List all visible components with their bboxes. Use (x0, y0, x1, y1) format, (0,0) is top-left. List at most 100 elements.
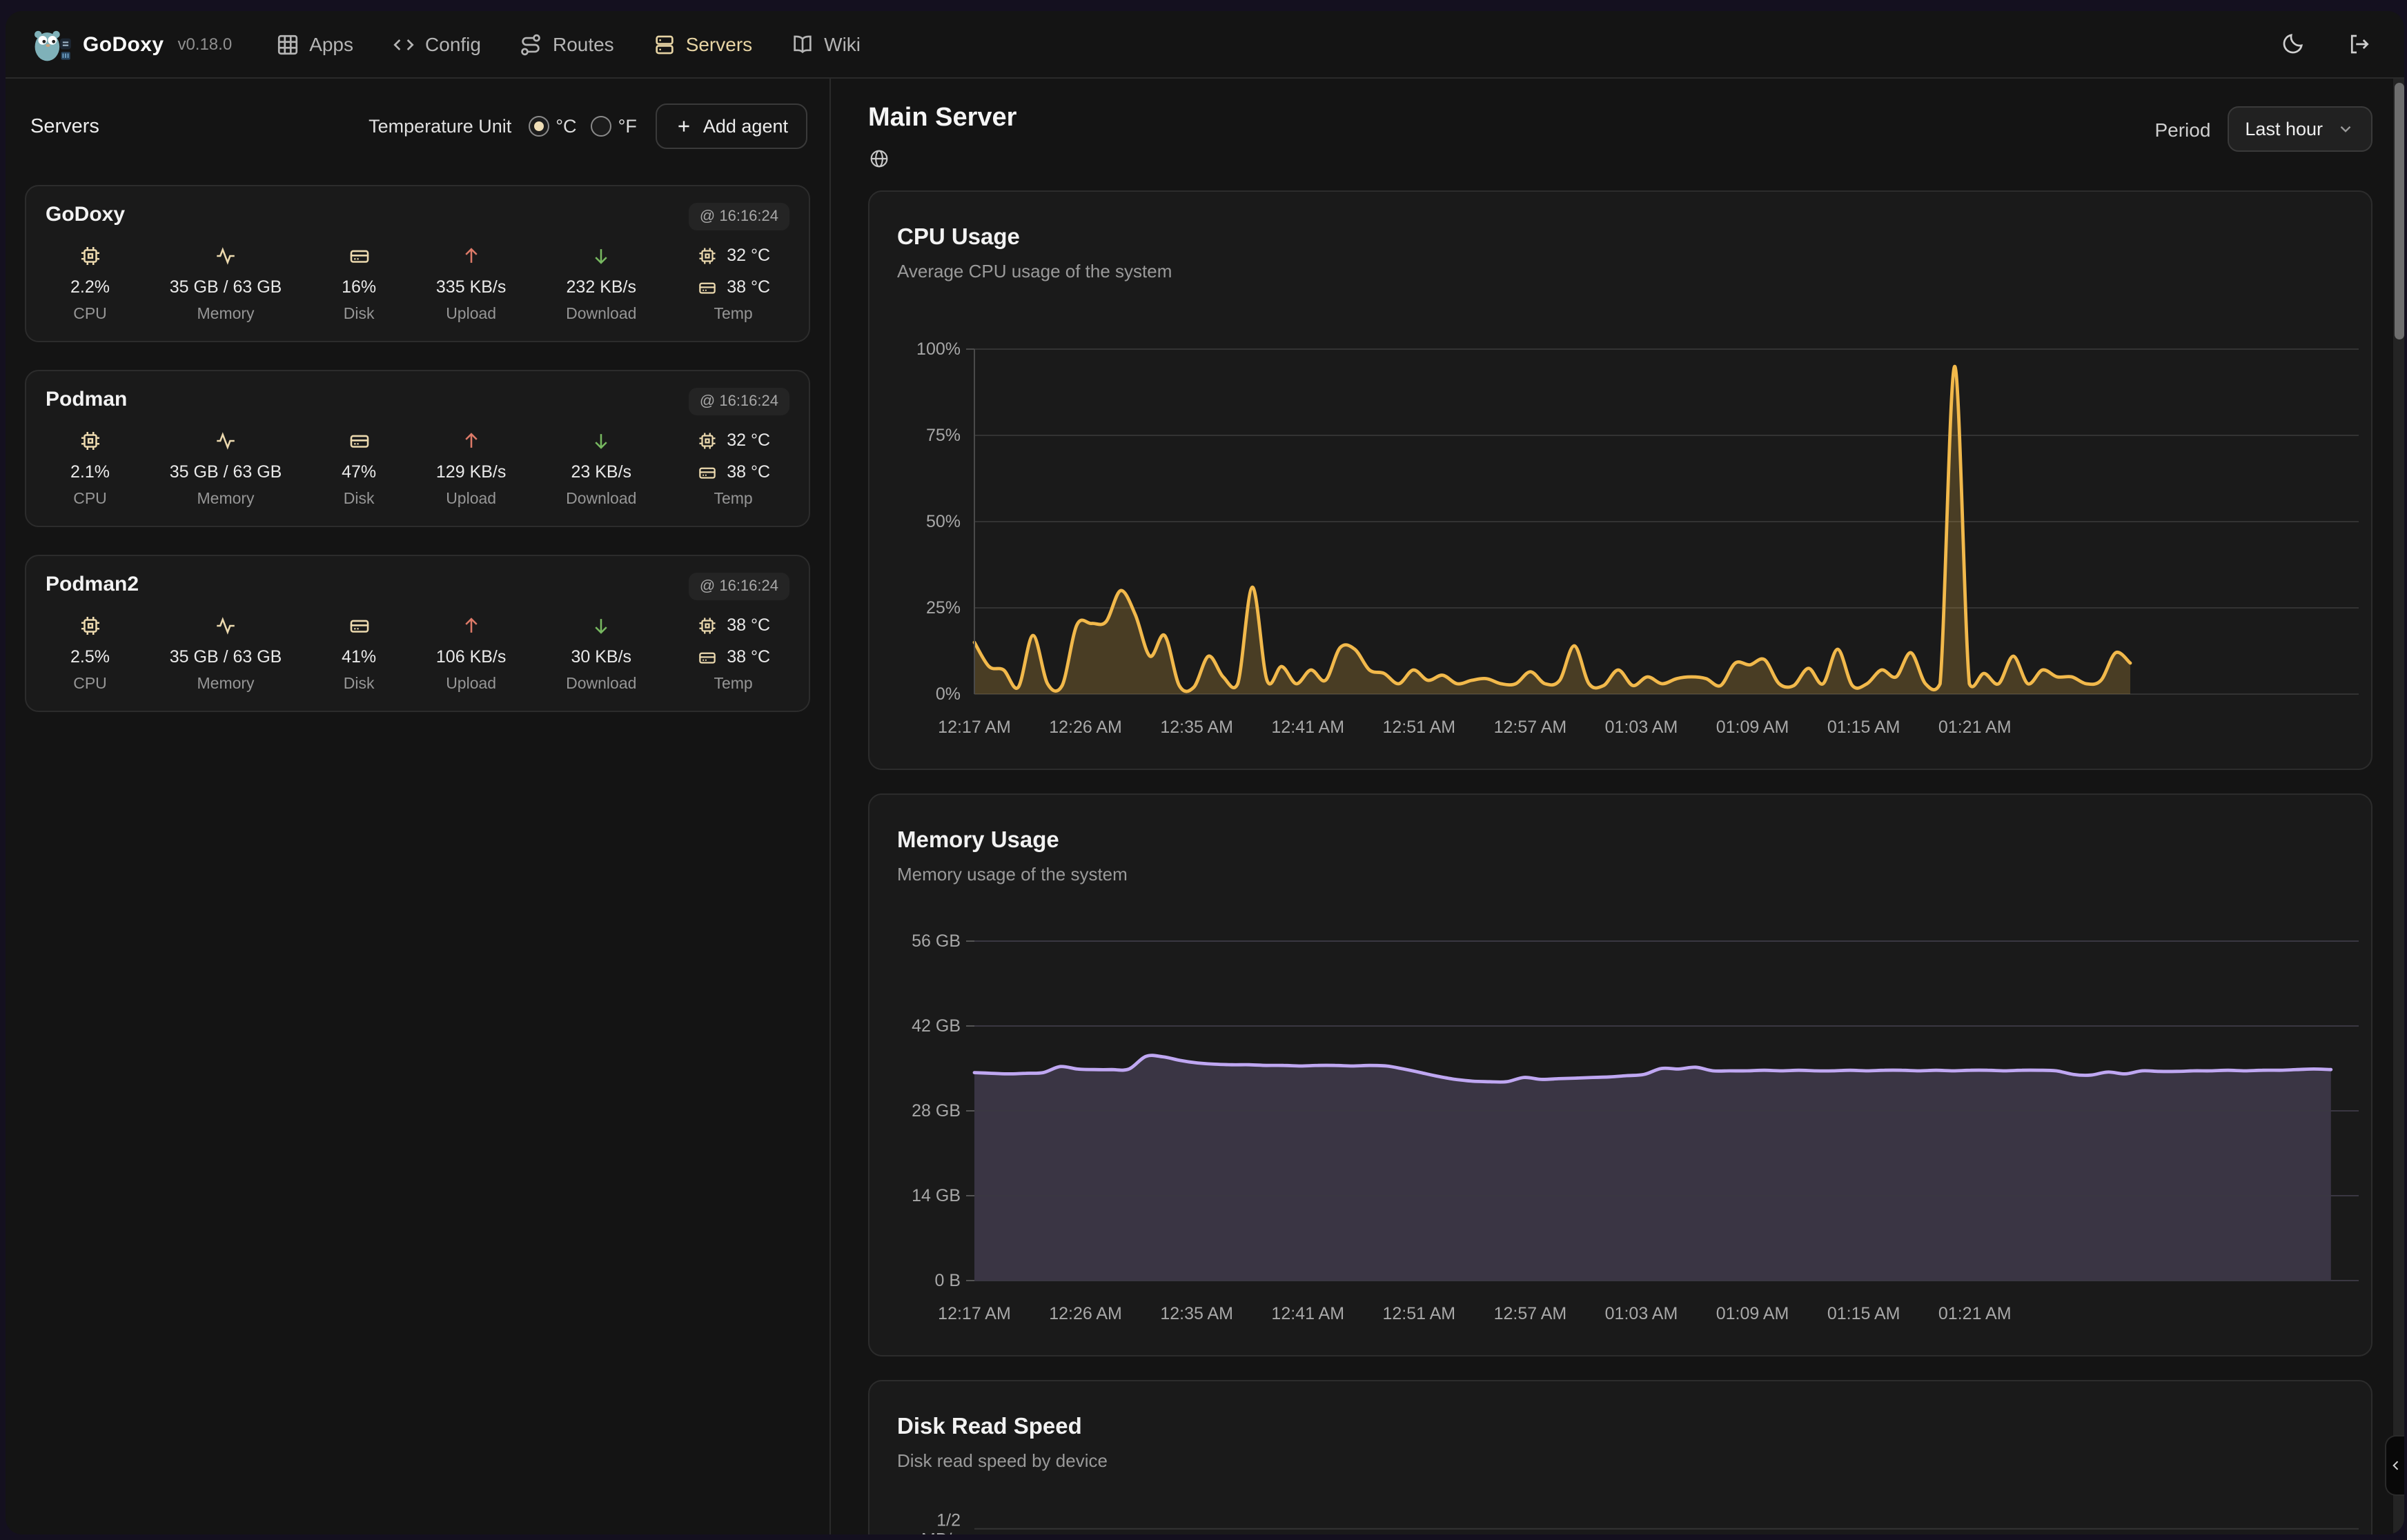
navbar-actions (2280, 32, 2379, 57)
svg-text:01:21 AM: 01:21 AM (1938, 718, 2012, 737)
brand: GoDoxy v0.18.0 (30, 23, 232, 65)
svg-text:01:15 AM: 01:15 AM (1827, 718, 1900, 737)
sidebar-header: Servers Temperature Unit °C °F Add agent (25, 98, 810, 149)
arrow-up-icon (460, 428, 483, 452)
logout-icon[interactable] (2346, 32, 2371, 57)
svg-text:12:57 AM: 12:57 AM (1494, 1304, 1567, 1323)
activity-icon (214, 244, 237, 267)
svg-text:12:17 AM: 12:17 AM (938, 718, 1011, 737)
stat-memory: 35 GB / 63 GB Memory (170, 611, 282, 694)
brand-name: GoDoxy (83, 32, 164, 56)
server-icon (653, 32, 676, 56)
stat-disk: 16% Disk (342, 241, 376, 324)
chevron-down-icon (2337, 120, 2355, 138)
nav-item-label: Servers (686, 33, 752, 55)
route-icon (520, 32, 543, 56)
svg-text:75%: 75% (926, 426, 961, 445)
cpu-usage-card: CPU Usage Average CPU usage of the syste… (868, 190, 2372, 770)
server-name: GoDoxy (46, 203, 125, 226)
svg-text:25%: 25% (926, 598, 961, 618)
svg-text:12:57 AM: 12:57 AM (1494, 718, 1567, 737)
svg-text:1/2: 1/2 (936, 1511, 961, 1530)
add-agent-button[interactable]: Add agent (656, 103, 807, 149)
scrollbar-thumb[interactable] (2394, 83, 2404, 339)
nav-item-label: Routes (553, 33, 614, 55)
app-root: GoDoxy v0.18.0 Apps Config Routes Server… (0, 0, 2407, 1540)
main-panel: Main Server Period Last hour CPU Usage (831, 79, 2404, 1534)
nav-item-routes[interactable]: Routes (520, 32, 614, 56)
svg-text:01:09 AM: 01:09 AM (1716, 718, 1789, 737)
svg-text:0%: 0% (936, 684, 961, 704)
svg-text:MB/s: MB/s (921, 1530, 961, 1534)
activity-icon (214, 613, 237, 637)
stat-temp: 38 °C 38 °C Temp (696, 611, 770, 694)
stat-cpu: 2.1% CPU (70, 426, 110, 509)
stat-download: 232 KB/s Download (566, 241, 636, 324)
book-open-icon (791, 32, 814, 56)
chart-title: CPU Usage (897, 225, 2344, 251)
activity-icon (214, 428, 237, 452)
temperature-unit-label: Temperature Unit (369, 116, 511, 137)
moon-icon[interactable] (2280, 32, 2305, 57)
svg-text:56 GB: 56 GB (912, 931, 961, 951)
nav-item-servers[interactable]: Servers (653, 32, 752, 56)
celsius-radio[interactable]: °C (528, 116, 576, 137)
memory-usage-chart[interactable]: 0 B14 GB28 GB42 GB56 GB12:17 AM12:26 AM1… (897, 887, 2359, 1339)
arrow-up-icon (460, 244, 483, 267)
chart-title: Disk Read Speed (897, 1414, 2344, 1441)
nav-item-label: Config (425, 33, 481, 55)
stat-upload: 129 KB/s Upload (436, 426, 506, 509)
svg-text:01:15 AM: 01:15 AM (1827, 1304, 1900, 1323)
plus-icon (676, 117, 694, 135)
chart-subtitle: Memory usage of the system (897, 864, 2344, 885)
svg-text:28 GB: 28 GB (912, 1101, 961, 1121)
sidebar-collapse-tab[interactable] (2385, 1435, 2404, 1496)
stat-download: 23 KB/s Download (566, 426, 636, 509)
navbar: GoDoxy v0.18.0 Apps Config Routes Server… (6, 11, 2404, 77)
stat-temp: 32 °C 38 °C Temp (696, 426, 770, 509)
server-updated-badge: @ 16:16:24 (689, 203, 789, 230)
stat-disk: 41% Disk (342, 611, 376, 694)
svg-text:12:41 AM: 12:41 AM (1271, 718, 1344, 737)
disk-read-speed-chart[interactable]: 1/2MB/s (897, 1474, 2359, 1534)
radio-unselected-icon (591, 116, 611, 137)
svg-text:12:51 AM: 12:51 AM (1383, 718, 1456, 737)
stat-cpu: 2.2% CPU (70, 241, 110, 324)
server-card-podman[interactable]: Podman @ 16:16:24 2.1% CPU 35 GB / 63 GB… (25, 370, 810, 527)
server-card-godoxy[interactable]: GoDoxy @ 16:16:24 2.2% CPU 35 GB / 63 GB… (25, 185, 810, 342)
cpu-chip-icon (79, 428, 102, 452)
vertical-scrollbar[interactable] (2393, 79, 2404, 1534)
hard-drive-icon (347, 613, 371, 637)
period-label: Period (2154, 118, 2210, 140)
hard-drive-icon (696, 646, 717, 667)
nav-item-wiki[interactable]: Wiki (791, 32, 861, 56)
svg-text:01:03 AM: 01:03 AM (1605, 718, 1678, 737)
arrow-down-icon (589, 613, 613, 637)
hard-drive-icon (696, 462, 717, 482)
brand-version: v0.18.0 (177, 34, 232, 54)
nav-item-config[interactable]: Config (392, 32, 481, 56)
chart-subtitle: Average CPU usage of the system (897, 261, 2344, 282)
server-updated-badge: @ 16:16:24 (689, 573, 789, 600)
period-select[interactable]: Last hour (2227, 106, 2372, 152)
server-card-podman2[interactable]: Podman2 @ 16:16:24 2.5% CPU 35 GB / 63 G… (25, 555, 810, 712)
globe-icon[interactable] (868, 148, 890, 170)
hard-drive-icon (347, 244, 371, 267)
page-title: Main Server (868, 103, 1016, 134)
svg-text:50%: 50% (926, 512, 961, 531)
svg-text:12:26 AM: 12:26 AM (1049, 718, 1122, 737)
stat-cpu: 2.5% CPU (70, 611, 110, 694)
fahrenheit-radio[interactable]: °F (591, 116, 637, 137)
sidebar-title: Servers (30, 115, 99, 137)
nav-item-label: Wiki (824, 33, 861, 55)
cpu-chip-icon (696, 430, 717, 451)
svg-text:12:41 AM: 12:41 AM (1271, 1304, 1344, 1323)
server-name: Podman (46, 388, 127, 411)
radio-selected-icon (528, 116, 549, 137)
svg-text:12:26 AM: 12:26 AM (1049, 1304, 1122, 1323)
nav-item-apps[interactable]: Apps (276, 32, 353, 56)
stat-upload: 335 KB/s Upload (436, 241, 506, 324)
server-name: Podman2 (46, 573, 139, 596)
cpu-usage-chart[interactable]: 0%25%50%75%100%12:17 AM12:26 AM12:35 AM1… (897, 284, 2359, 752)
chart-title: Memory Usage (897, 828, 2344, 854)
